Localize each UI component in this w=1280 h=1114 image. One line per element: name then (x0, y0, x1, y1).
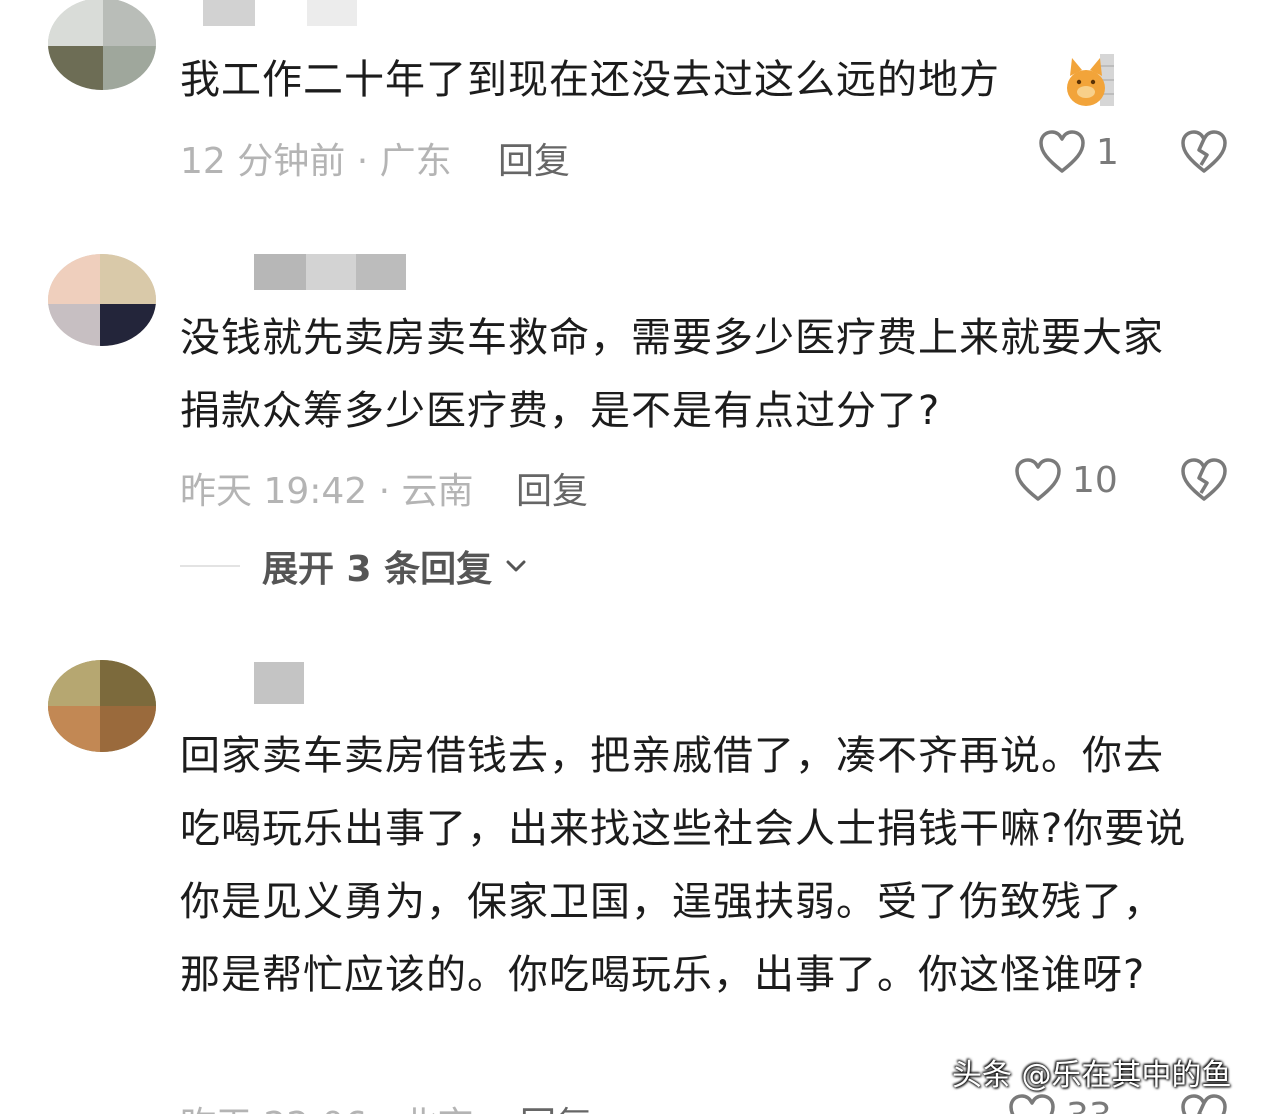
reply-button[interactable]: 回复 (516, 462, 588, 514)
heart-outline-icon (1039, 130, 1085, 173)
like-button[interactable]: 10 (1014, 458, 1118, 502)
divider-line (180, 565, 240, 567)
avatar[interactable] (48, 254, 156, 346)
comment-text: 回家卖车卖房借钱去，把亲戚借了，凑不齐再说。你去吃喝玩乐出事了，出来找这些社会人… (180, 733, 1187, 998)
chevron-down-icon (506, 560, 526, 572)
heart-outline-icon (1015, 458, 1061, 501)
comment-text: 我工作二十年了到现在还没去过这么远的地方 (180, 57, 1000, 103)
broken-heart-icon[interactable] (1180, 1094, 1228, 1114)
comment-text: 没钱就先卖房卖车救命，需要多少医疗费上来就要大家捐款众筹多少医疗费，是不是有点过… (180, 315, 1164, 434)
comment-feed: 我工作二十年了到现在还没去过这么远的地方 12 分钟前 · 广东 回复 1 没钱… (0, 0, 1280, 1114)
reply-button[interactable]: 回复 (520, 1096, 592, 1114)
comment-item: 回家卖车卖房借钱去，把亲戚借了，凑不齐再说。你去吃喝玩乐出事了，出来找这些社会人… (0, 658, 1280, 1114)
broken-heart-icon[interactable] (1180, 458, 1228, 502)
comment-timestamp-location: 12 分钟前 · 广东 (180, 141, 452, 182)
avatar[interactable] (48, 0, 156, 90)
username-blurred[interactable] (203, 0, 357, 26)
like-count: 10 (1072, 459, 1118, 501)
reply-button[interactable]: 回复 (498, 132, 570, 184)
avatar[interactable] (48, 660, 156, 752)
heart-outline-icon (1009, 1094, 1055, 1114)
like-count: 1 (1096, 131, 1119, 173)
username-blurred[interactable] (254, 662, 304, 704)
username-blurred[interactable] (254, 254, 406, 290)
like-count: 33 (1066, 1096, 1112, 1114)
expand-replies-label: 展开 3 条回复 (262, 549, 493, 590)
comment-timestamp-location: 昨天 19:42 · 云南 (180, 471, 474, 512)
comment-item: 我工作二十年了到现在还没去过这么远的地方 12 分钟前 · 广东 回复 1 (0, 0, 1280, 200)
comment-item: 没钱就先卖房卖车救命，需要多少医疗费上来就要大家捐款众筹多少医疗费，是不是有点过… (0, 250, 1280, 610)
broken-heart-icon[interactable] (1180, 130, 1228, 174)
like-button[interactable]: 1 (1038, 130, 1119, 174)
watermark: 头条 @乐在其中的鱼 (952, 1058, 1232, 1093)
comment-timestamp-location: 昨天 22:06 · 北京 (180, 1096, 474, 1114)
cat-facepalm-emoji (1067, 54, 1114, 106)
like-button[interactable]: 33 (1008, 1094, 1112, 1114)
expand-replies-button[interactable]: 展开 3 条回复 (180, 540, 530, 592)
